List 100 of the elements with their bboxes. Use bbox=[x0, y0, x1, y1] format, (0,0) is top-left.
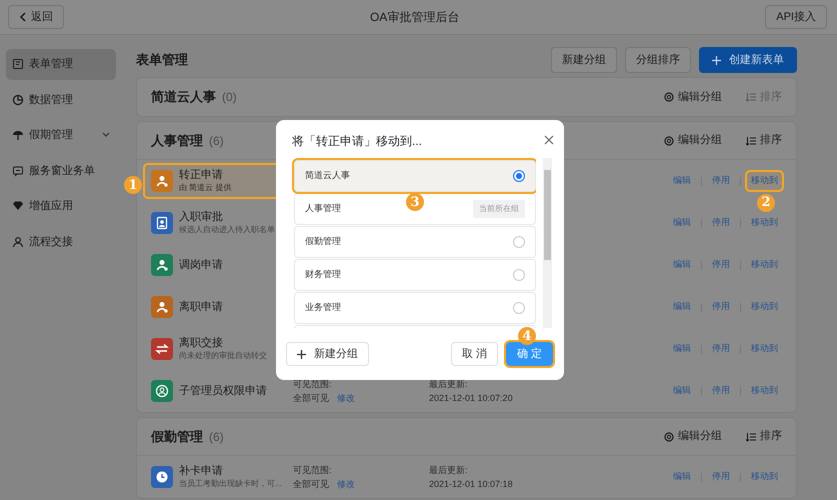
form-description: 候选人自动进入待入职名单 bbox=[179, 224, 275, 236]
form-name: 转正申请 bbox=[179, 168, 224, 182]
edit-link[interactable]: 编辑 bbox=[669, 468, 695, 486]
option-label: 财务管理 bbox=[305, 268, 341, 282]
sidebar-item[interactable]: 假期管理 bbox=[6, 120, 116, 150]
form-description: 当员工考勤出现缺卡时，可... bbox=[179, 478, 282, 490]
modify-link[interactable]: 修改 bbox=[337, 391, 355, 405]
sidebar-item[interactable]: 表单管理 bbox=[6, 49, 116, 80]
dialog-title: 将「转正申请」移动到... bbox=[292, 133, 422, 150]
visibility-label: 可见范围: bbox=[293, 378, 333, 391]
disable-link[interactable]: 停用 bbox=[708, 468, 734, 486]
move-link[interactable]: 移动到 bbox=[747, 172, 782, 190]
step-badge: 1 bbox=[124, 176, 142, 194]
option-label: 人事管理 bbox=[305, 202, 341, 216]
edit-link[interactable]: 编辑 bbox=[669, 256, 695, 274]
group-count: (6) bbox=[209, 132, 224, 150]
api-button[interactable]: API接入 bbox=[765, 5, 827, 29]
sort-link[interactable]: 排序 bbox=[746, 132, 782, 149]
move-link[interactable]: 移动到 bbox=[747, 382, 782, 400]
radio-button[interactable] bbox=[513, 236, 525, 248]
chat-icon bbox=[12, 164, 24, 177]
group-count: (0) bbox=[222, 89, 237, 106]
close-button[interactable] bbox=[544, 135, 554, 145]
close-icon bbox=[544, 135, 554, 145]
sidebar-label: 增值应用 bbox=[29, 198, 73, 214]
sidebar-label: 服务窗业务单 bbox=[29, 164, 95, 178]
confirm-button[interactable]: 确 定 bbox=[506, 342, 553, 366]
group-count: (6) bbox=[209, 428, 224, 446]
modify-link[interactable]: 修改 bbox=[337, 477, 355, 491]
scrollbar[interactable] bbox=[543, 158, 552, 328]
move-link[interactable]: 移动到 bbox=[747, 214, 782, 232]
sidebar-label: 数据管理 bbox=[29, 92, 73, 108]
move-link[interactable]: 移动到 bbox=[747, 468, 782, 486]
radio-button[interactable] bbox=[513, 302, 525, 314]
visibility-value: 全部可见 bbox=[293, 392, 329, 405]
umbrella-icon bbox=[12, 129, 24, 142]
sidebar-label: 流程交接 bbox=[29, 234, 73, 250]
disable-link[interactable]: 停用 bbox=[708, 256, 734, 274]
edit-link[interactable]: 编辑 bbox=[669, 340, 695, 358]
visibility-label: 可见范围: bbox=[293, 464, 333, 477]
chevron-left-icon bbox=[19, 12, 27, 22]
edit-link[interactable]: 编辑 bbox=[669, 382, 695, 400]
disable-link[interactable]: 停用 bbox=[708, 382, 734, 400]
group-option[interactable]: 假勤管理 bbox=[294, 226, 536, 258]
group-option[interactable]: 业务管理 bbox=[294, 292, 536, 324]
move-link[interactable]: 移动到 bbox=[747, 298, 782, 316]
back-button[interactable]: 返回 bbox=[8, 5, 64, 29]
move-link[interactable]: 移动到 bbox=[747, 256, 782, 274]
plus-icon bbox=[297, 350, 306, 358]
sort-icon bbox=[746, 432, 756, 442]
disable-link[interactable]: 停用 bbox=[708, 298, 734, 316]
form-name: 离职申请 bbox=[179, 300, 223, 314]
sort-icon bbox=[746, 92, 756, 102]
visibility-value: 全部可见 bbox=[293, 478, 329, 491]
form-name: 离职交接 bbox=[179, 336, 224, 350]
edit-group-link[interactable]: 编辑分组 bbox=[664, 428, 722, 445]
sidebar-item[interactable]: 增值应用 bbox=[6, 191, 116, 222]
sidebar-label: 表单管理 bbox=[29, 57, 73, 72]
option-label: 简道云人事 bbox=[305, 169, 350, 182]
gear-icon bbox=[664, 92, 674, 102]
sidebar-item[interactable]: 服务窗业务单 bbox=[6, 156, 116, 186]
radio-button[interactable] bbox=[513, 269, 525, 281]
group-name: 假勤管理 bbox=[151, 428, 203, 446]
edit-link[interactable]: 编辑 bbox=[669, 172, 695, 190]
toolbar-button[interactable]: 新建分组 bbox=[551, 47, 617, 73]
disable-link[interactable]: 停用 bbox=[708, 340, 734, 358]
updated-time: 2021-12-01 10:07:18 bbox=[429, 478, 514, 491]
sort-link[interactable]: 排序 bbox=[746, 428, 782, 445]
group-option[interactable]: 财务管理 bbox=[294, 259, 536, 291]
section-title: 表单管理 bbox=[136, 51, 188, 70]
diamond-icon bbox=[12, 200, 24, 212]
user-icon bbox=[12, 236, 24, 248]
sidebar-label: 假期管理 bbox=[29, 128, 73, 143]
toolbar-button[interactable]: 分组排序 bbox=[625, 47, 691, 73]
sidebar-item[interactable]: 数据管理 bbox=[6, 84, 116, 115]
cancel-button[interactable]: 取 消 bbox=[450, 342, 498, 366]
form-name: 调岗申请 bbox=[179, 258, 223, 272]
sidebar-item[interactable]: 流程交接 bbox=[6, 226, 116, 257]
form-description: 由 简道云 提供 bbox=[179, 182, 232, 194]
edit-group-link[interactable]: 编辑分组 bbox=[664, 132, 722, 149]
disable-link[interactable]: 停用 bbox=[708, 172, 734, 190]
move-link[interactable]: 移动到 bbox=[747, 340, 782, 358]
form-description: 尚未处理的审批自动转交 bbox=[179, 350, 267, 362]
radio-button[interactable] bbox=[513, 170, 525, 182]
new-group-button[interactable]: 新建分组 bbox=[286, 342, 369, 366]
group-name: 简道云人事 bbox=[151, 88, 216, 106]
option-label: 假勤管理 bbox=[305, 235, 341, 248]
disable-link[interactable]: 停用 bbox=[708, 214, 734, 232]
edit-link[interactable]: 编辑 bbox=[669, 214, 695, 232]
updated-label: 最后更新: bbox=[429, 378, 469, 391]
form-name: 补卡申请 bbox=[179, 464, 224, 478]
updated-time: 2021-12-01 10:07:20 bbox=[429, 392, 514, 405]
gear-icon bbox=[664, 136, 674, 146]
group-name: 人事管理 bbox=[151, 132, 203, 150]
create-form-button[interactable]: 创建新表单 bbox=[699, 47, 797, 73]
edit-link[interactable]: 编辑 bbox=[669, 298, 695, 316]
pie-chart-icon bbox=[12, 94, 24, 106]
form-icon bbox=[12, 58, 24, 70]
edit-group-link[interactable]: 编辑分组 bbox=[664, 88, 722, 106]
group-option[interactable]: 简道云人事 bbox=[294, 160, 536, 192]
